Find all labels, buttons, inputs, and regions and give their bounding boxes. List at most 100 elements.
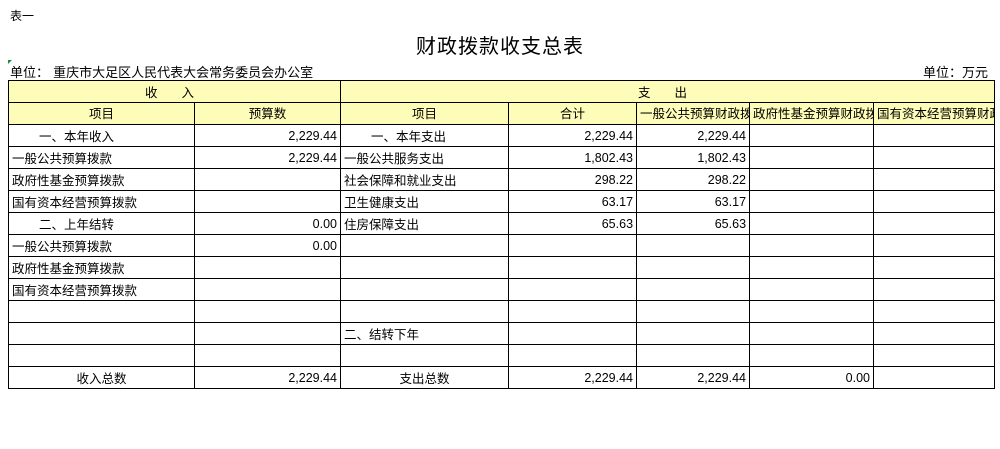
expense-item-cell [340,256,510,279]
expense-fund-cell [749,124,875,147]
expense-total-cell: 1,802.43 [508,146,638,169]
income-budget-cell [193,344,342,367]
expense-fund-header: 政府性基金预算财政拨款 [749,102,875,125]
income-item-cell [8,344,195,367]
income-budget-cell [193,322,342,345]
expense-general-cell [636,234,751,257]
expense-capital-cell [873,146,996,169]
income-budget-cell: 0.00 [193,234,342,257]
expense-fund-cell [749,168,875,191]
expense-capital-cell [873,256,996,279]
totals-row: 收入总数 2,229.44 支出总数 2,229.44 2,229.44 0.0… [8,366,996,389]
expense-general-cell [636,344,751,367]
expense-fund-cell [749,300,875,323]
expense-item-cell: 住房保障支出 [340,212,510,235]
expense-total-cell [508,322,638,345]
income-budget-cell: 2,229.44 [193,124,342,147]
expense-item-cell [340,344,510,367]
income-item-cell [8,322,195,345]
income-budget-cell [193,278,342,301]
expense-fund-cell [749,190,875,213]
expense-item-cell [340,300,510,323]
income-total-value: 2,229.44 [193,366,342,389]
expense-fund-cell [749,234,875,257]
group-header-row: 收 入 支 出 [7,80,996,103]
income-item-cell: 政府性基金预算拨款 [8,168,195,191]
income-item-cell: 一般公共预算拨款 [8,146,195,169]
income-budget-cell [193,256,342,279]
expense-total-cell: 298.22 [508,168,638,191]
income-budget-header: 预算数 [193,102,342,125]
expense-total-cell [508,300,638,323]
expense-total-cell [508,256,638,279]
income-item-cell: 国有资本经营预算拨款 [8,278,195,301]
expense-total-cell: 2,229.44 [508,124,638,147]
expense-fund-cell [749,256,875,279]
expense-capital-cell [873,234,996,257]
expense-capital-cell [873,168,996,191]
income-budget-cell [193,300,342,323]
income-budget-cell [193,190,342,213]
expense-total-cell [508,344,638,367]
expense-capital-cell [873,322,996,345]
expense-general-cell: 298.22 [636,168,751,191]
expense-fund-cell [749,212,875,235]
expense-capital-cell [873,212,996,235]
expense-item-cell: 一、本年支出 [340,124,510,147]
unit-currency: 单位：万元 [922,66,988,81]
income-group-header: 收 入 [7,80,342,103]
expense-fund-cell [749,344,875,367]
unit-organization: 单位： 重庆市大足区人民代表大会常务委员会办公室 [10,66,314,81]
fiscal-summary-table: 收 入 支 出 项目 预算数 项目 合计 一般公共预算财政拨款 政府性基金预算财… [7,80,996,389]
table-row: 二、上年结转 0.00 住房保障支出 65.63 65.63 [8,212,996,235]
income-item-cell: 政府性基金预算拨款 [8,256,195,279]
income-budget-cell [193,168,342,191]
income-total-label: 收入总数 [8,366,195,389]
report-title: 财政拨款收支总表 [416,34,584,58]
table-row [8,344,996,367]
expense-total-header: 合计 [508,102,638,125]
table-row [8,300,996,323]
income-item-cell: 一般公共预算拨款 [8,234,195,257]
expense-total-cell: 65.63 [508,212,638,235]
column-header-row: 项目 预算数 项目 合计 一般公共预算财政拨款 政府性基金预算财政拨款 国有资本… [8,102,996,125]
expense-capital-cell [873,124,996,147]
expense-general-cell: 2,229.44 [636,124,751,147]
expense-fund-cell [749,278,875,301]
income-item-cell: 二、上年结转 [8,212,195,235]
expense-item-cell [340,278,510,301]
expense-general-total: 2,229.44 [636,366,751,389]
expense-general-cell [636,322,751,345]
expense-general-header: 一般公共预算财政拨款 [636,102,751,125]
table-row: 国有资本经营预算拨款 [8,278,996,301]
expense-capital-cell [873,300,996,323]
expense-general-cell: 65.63 [636,212,751,235]
expense-fund-cell [749,322,875,345]
expense-item-cell: 卫生健康支出 [340,190,510,213]
table-row: 一般公共预算拨款 2,229.44 一般公共服务支出 1,802.43 1,80… [8,146,996,169]
table-number: 表一 [10,9,35,23]
table-row: 一、本年收入 2,229.44 一、本年支出 2,229.44 2,229.44 [8,124,996,147]
income-item-cell: 国有资本经营预算拨款 [8,190,195,213]
income-item-header: 项目 [8,102,195,125]
income-budget-cell: 2,229.44 [193,146,342,169]
expense-group-header: 支 出 [340,80,996,103]
expense-capital-cell [873,190,996,213]
table-row: 政府性基金预算拨款 社会保障和就业支出 298.22 298.22 [8,168,996,191]
expense-capital-total [873,366,996,389]
expense-total-cell: 63.17 [508,190,638,213]
expense-fund-total: 0.00 [749,366,875,389]
expense-fund-cell [749,146,875,169]
expense-total-value: 2,229.44 [508,366,638,389]
expense-item-cell: 一般公共服务支出 [340,146,510,169]
expense-capital-header: 国有资本经营预算财政拨款 [873,102,996,125]
expense-total-cell [508,234,638,257]
table-row: 政府性基金预算拨款 [8,256,996,279]
expense-item-cell: 二、结转下年 [340,322,510,345]
expense-total-cell [508,278,638,301]
income-budget-cell: 0.00 [193,212,342,235]
expense-item-header: 项目 [340,102,510,125]
expense-total-label: 支出总数 [340,366,510,389]
income-item-cell: 一、本年收入 [8,124,195,147]
expense-capital-cell [873,278,996,301]
